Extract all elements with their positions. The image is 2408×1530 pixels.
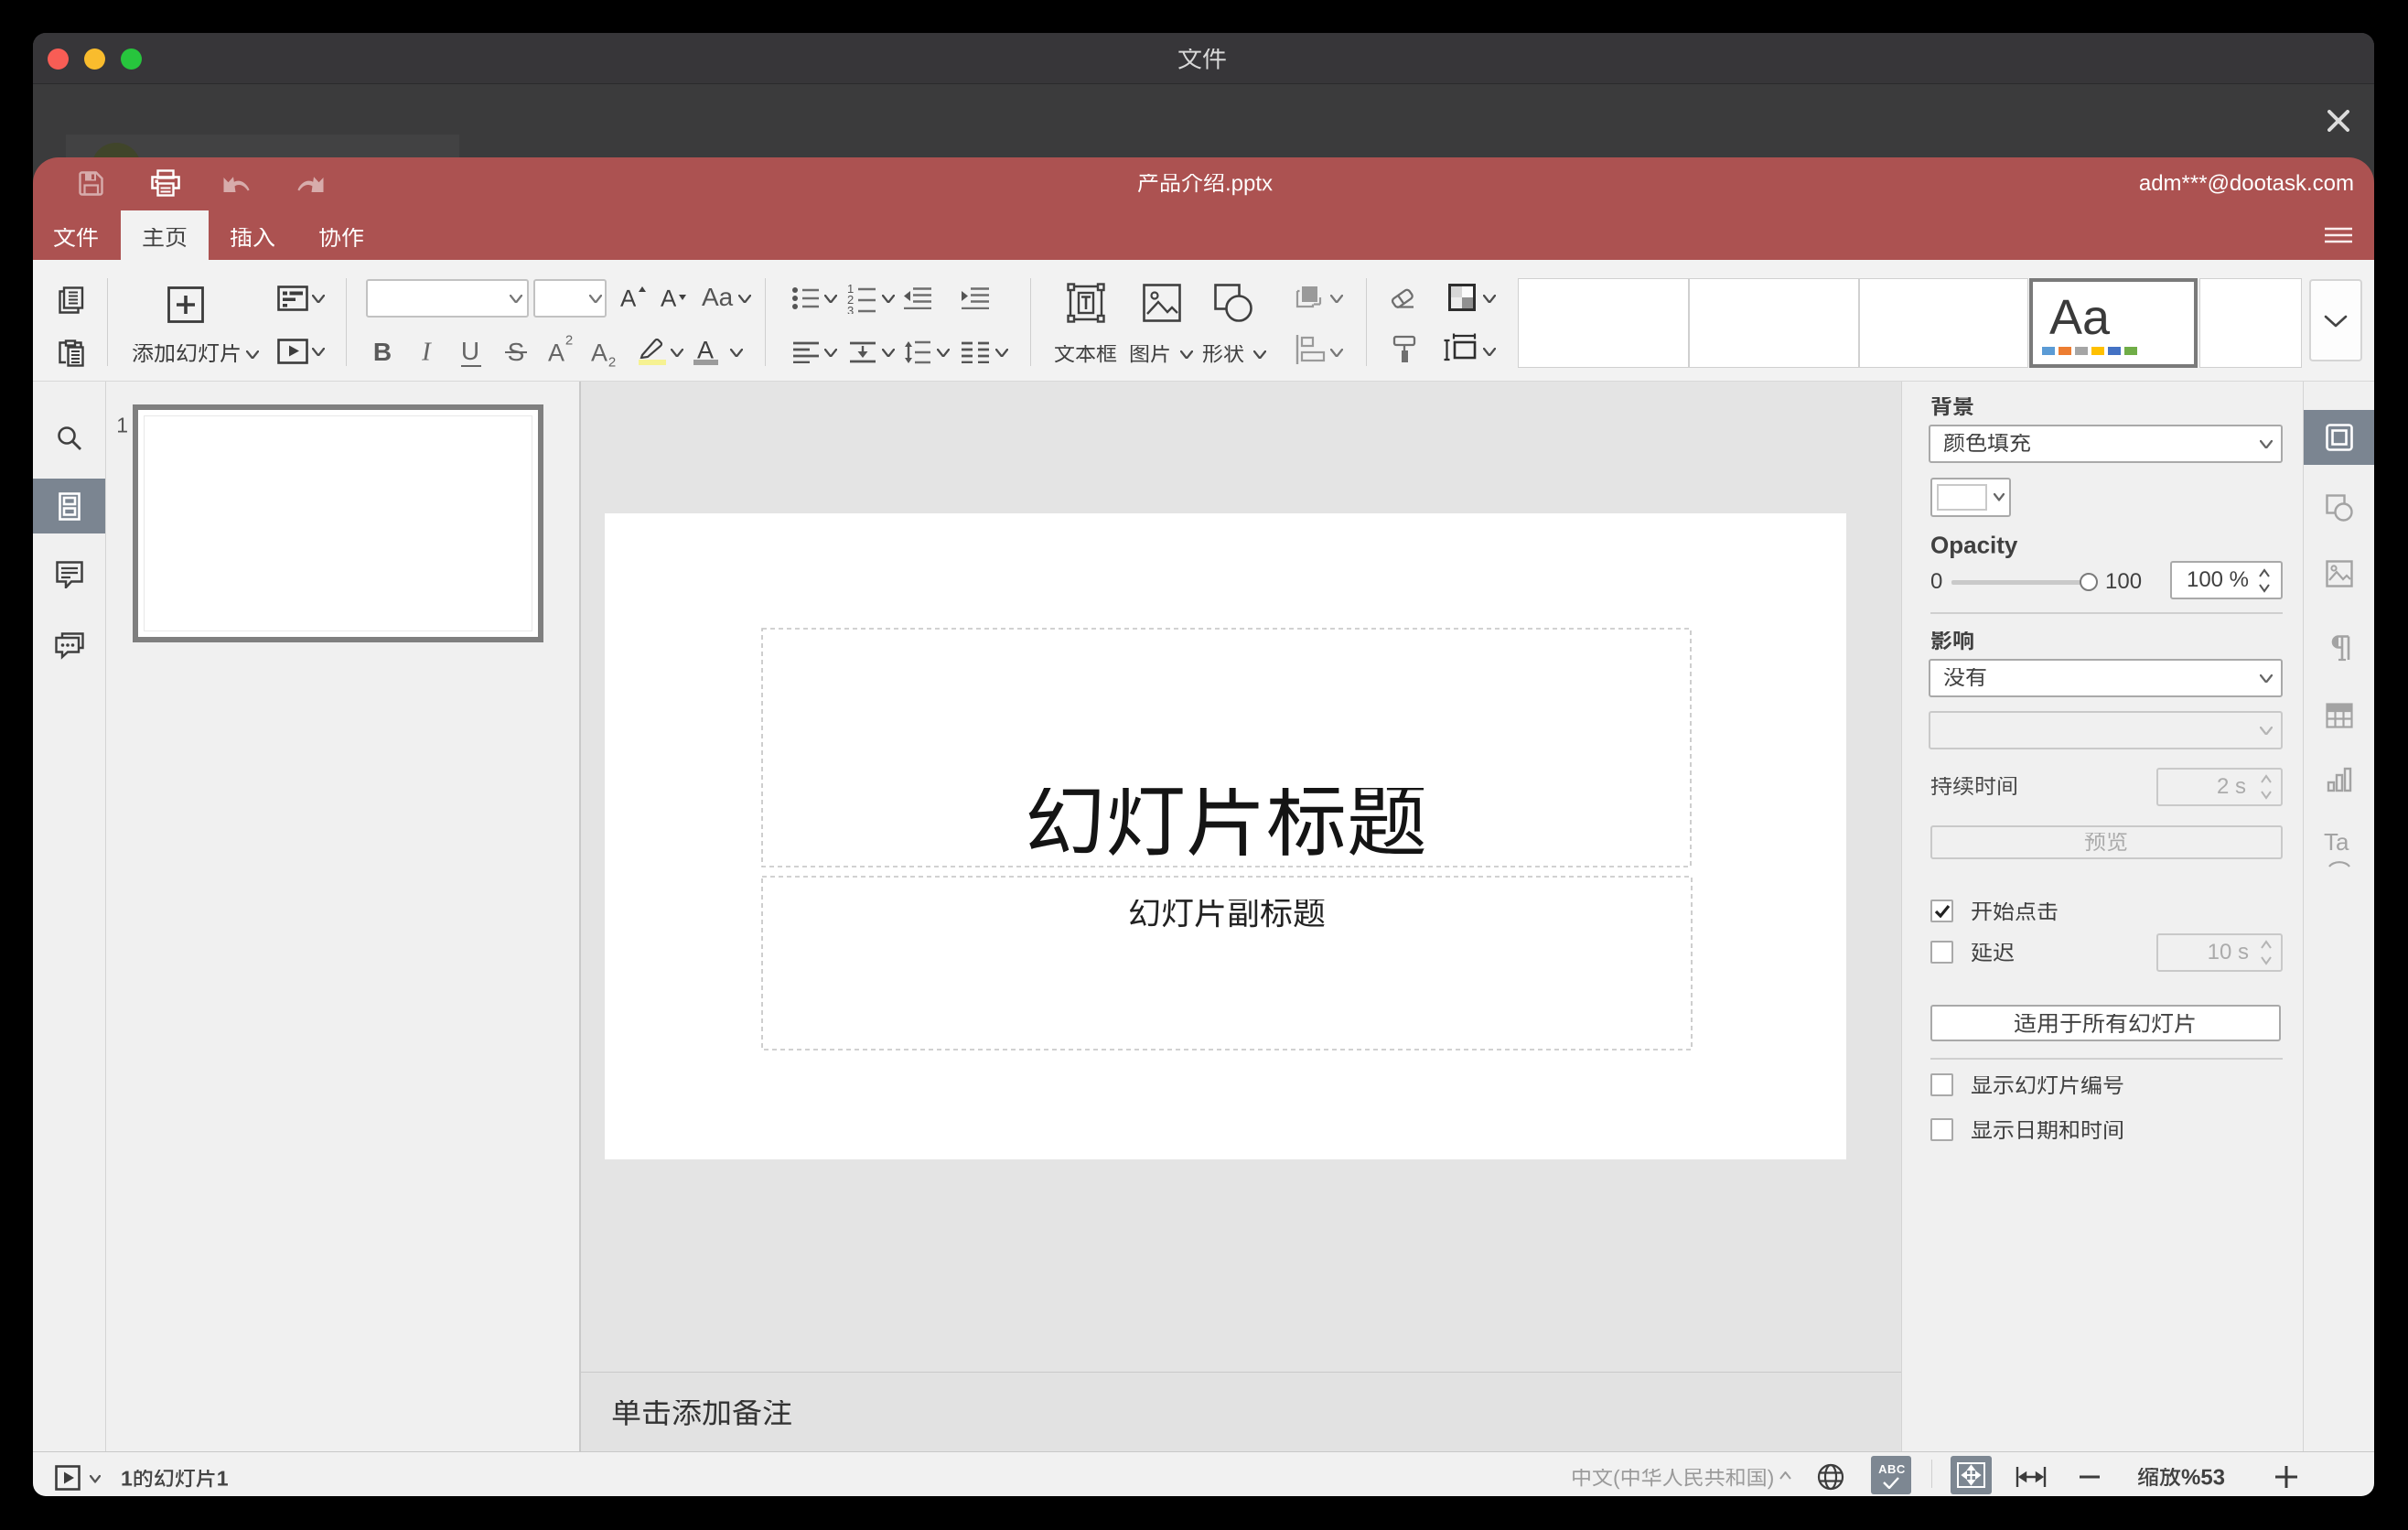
svg-text:3: 3: [847, 304, 854, 314]
